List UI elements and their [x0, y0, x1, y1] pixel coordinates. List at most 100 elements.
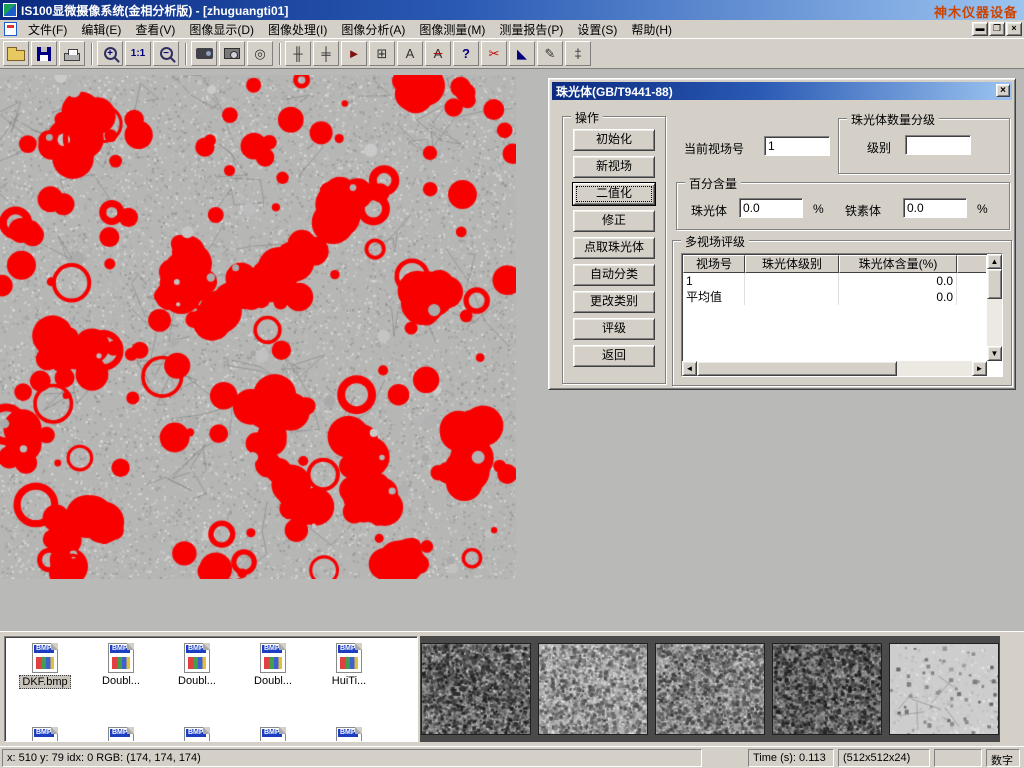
new-field-button[interactable]: 新视场: [573, 156, 655, 178]
file-item[interactable]: BMP: [7, 723, 83, 742]
save-button[interactable]: [31, 41, 57, 66]
auto-classify-button[interactable]: 自动分类: [573, 264, 655, 286]
zoom-out-button[interactable]: −: [153, 41, 179, 66]
mdi-close-button[interactable]: ×: [1006, 22, 1022, 36]
empty-status: [934, 749, 982, 767]
pick-pearlite-button[interactable]: 点取珠光体: [573, 237, 655, 259]
save-icon: [37, 47, 51, 61]
thumbnail-3[interactable]: [655, 643, 765, 735]
toolbar-separator: [91, 43, 93, 65]
text-delete-button[interactable]: A: [425, 41, 451, 66]
menu-image-process[interactable]: 图像处理(I): [261, 19, 334, 40]
file-item[interactable]: BMP: [311, 723, 387, 742]
pearlite-label: 珠光体: [691, 202, 727, 219]
file-item[interactable]: BMP Doubl...: [83, 639, 159, 689]
current-field-input[interactable]: 1: [764, 136, 830, 156]
grid-count-button[interactable]: ⊞: [369, 41, 395, 66]
toolbar-separator: [185, 43, 187, 65]
file-item[interactable]: BMP HuiTi...: [311, 639, 387, 689]
pearlite-percent-input[interactable]: 0.0: [739, 198, 803, 218]
column-field: 视场号: [683, 255, 745, 273]
camera-capture-button[interactable]: [219, 41, 245, 66]
micrometer-icon: ╪: [321, 47, 330, 60]
vertical-scrollbar[interactable]: ▲ ▼: [987, 254, 1002, 361]
thumbnail-1[interactable]: [421, 643, 531, 735]
menu-file[interactable]: 文件(F): [21, 19, 74, 40]
dialog-close-button[interactable]: ×: [996, 84, 1010, 97]
thumbnail-5[interactable]: [889, 643, 999, 735]
init-button[interactable]: 初始化: [573, 129, 655, 151]
micrometer-measure-button[interactable]: ╪: [313, 41, 339, 66]
scroll-right-icon[interactable]: ►: [972, 361, 987, 376]
set-square-button[interactable]: ◣: [509, 41, 535, 66]
grading-group: 珠光体数量分级 级别: [838, 118, 1010, 174]
scroll-up-icon[interactable]: ▲: [987, 254, 1002, 269]
thumbnail-2[interactable]: [538, 643, 648, 735]
scroll-left-icon[interactable]: ◄: [682, 361, 697, 376]
micrograph-image[interactable]: [0, 75, 516, 579]
file-item[interactable]: BMP: [159, 723, 235, 742]
file-name: Doubl...: [252, 675, 294, 687]
menu-help[interactable]: 帮助(H): [624, 19, 679, 40]
actual-size-icon: 1:1: [131, 48, 145, 59]
menu-image-analysis[interactable]: 图像分析(A): [334, 19, 412, 40]
zoom-in-button[interactable]: +: [97, 41, 123, 66]
bmp-file-icon: BMP: [336, 643, 362, 673]
dialog-title-bar[interactable]: 珠光体(GB/T9441-88) ×: [552, 82, 1012, 100]
vertical-scroll-thumb[interactable]: [987, 269, 1002, 299]
percent-group: 百分含量 珠光体 0.0 % 铁素体 0.0 %: [676, 182, 1010, 230]
binarize-button[interactable]: 二值化: [573, 183, 655, 205]
file-item[interactable]: BMP Doubl...: [159, 639, 235, 689]
file-list[interactable]: BMP DKF.bmp BMP Doubl... BMP Doubl... BM…: [4, 636, 418, 742]
operation-legend: 操作: [571, 109, 603, 126]
file-item[interactable]: BMP: [83, 723, 159, 742]
mdi-document-icon[interactable]: [4, 22, 17, 36]
file-item[interactable]: BMP: [235, 723, 311, 742]
change-class-button[interactable]: 更改类别: [573, 291, 655, 313]
menu-image-measure[interactable]: 图像测量(M): [412, 19, 492, 40]
table-row[interactable]: 1 0.0: [683, 273, 986, 289]
file-name: HuiTi...: [330, 675, 368, 687]
menu-report[interactable]: 测量报告(P): [492, 19, 570, 40]
video-capture-button[interactable]: [191, 41, 217, 66]
print-button[interactable]: [59, 41, 85, 66]
level-input[interactable]: [905, 135, 971, 155]
title-bar[interactable]: IS100显微摄像系统(金相分析版) - [zhuguangti01]: [0, 0, 1024, 20]
actual-size-button[interactable]: 1:1: [125, 41, 151, 66]
horizontal-scroll-thumb[interactable]: [697, 361, 897, 376]
dialog-title: 珠光体(GB/T9441-88): [556, 83, 673, 100]
column-grade: 珠光体级别: [745, 255, 839, 273]
caliper-measure-button[interactable]: ╫: [285, 41, 311, 66]
menu-image-display[interactable]: 图像显示(D): [182, 19, 261, 40]
pencil-annotate-button[interactable]: ✎: [537, 41, 563, 66]
menu-settings[interactable]: 设置(S): [570, 19, 624, 40]
help-button[interactable]: ?: [453, 41, 479, 66]
file-item[interactable]: BMP Doubl...: [235, 639, 311, 689]
menu-view[interactable]: 查看(V): [128, 19, 182, 40]
scroll-down-icon[interactable]: ▼: [987, 346, 1002, 361]
cut-button[interactable]: ✂: [481, 41, 507, 66]
file-item[interactable]: BMP DKF.bmp: [7, 639, 83, 689]
text-annotate-button[interactable]: A: [397, 41, 423, 66]
thumbnail-4[interactable]: [772, 643, 882, 735]
mdi-restore-button[interactable]: ❐: [989, 22, 1005, 36]
capture-target-button[interactable]: ◎: [247, 41, 273, 66]
ferrite-percent-input[interactable]: 0.0: [903, 198, 967, 218]
correct-button[interactable]: 修正: [573, 210, 655, 232]
table-row[interactable]: 平均值 0.0: [683, 289, 986, 305]
table-header: 视场号 珠光体级别 珠光体含量(%) 铁素: [683, 255, 986, 273]
open-button[interactable]: [3, 41, 29, 66]
horizontal-scrollbar[interactable]: ◄ ►: [682, 361, 987, 376]
marker-icon: ‡: [574, 47, 581, 60]
camera-capture-icon: [224, 48, 240, 59]
application-window: IS100显微摄像系统(金相分析版) - [zhuguangti01] 神木仪器…: [0, 0, 1024, 768]
bmp-file-icon: BMP: [32, 727, 58, 742]
menu-edit[interactable]: 编辑(E): [74, 19, 128, 40]
grade-button[interactable]: 评级: [573, 318, 655, 340]
mdi-minimize-button[interactable]: ▬: [972, 22, 988, 36]
bmp-file-icon: BMP: [108, 727, 134, 742]
return-button[interactable]: 返回: [573, 345, 655, 367]
marker-stamp-button[interactable]: ‡: [565, 41, 591, 66]
bmp-file-icon: BMP: [260, 727, 286, 742]
flag-marker-button[interactable]: ►: [341, 41, 367, 66]
